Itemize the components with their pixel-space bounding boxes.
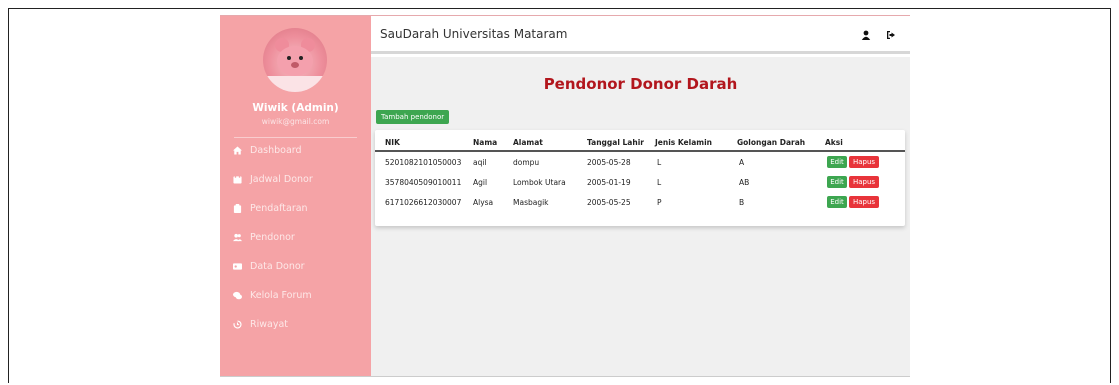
bear-face bbox=[277, 46, 313, 76]
user-icon[interactable] bbox=[860, 29, 872, 41]
user-name: Wiwik (Admin) bbox=[252, 102, 339, 114]
sidebar-item-label: Kelola Forum bbox=[250, 289, 312, 301]
column-header-golongan-darah: Golongan Darah bbox=[737, 138, 806, 147]
top-header: SauDarah Universitas Mataram bbox=[371, 16, 910, 54]
app-container: Wiwik (Admin) wiwik@gmail.com Dashboard … bbox=[220, 16, 910, 376]
sidebar-item-kelola-forum[interactable]: Kelola Forum bbox=[230, 287, 360, 303]
cell-alamat: Lombok Utara bbox=[513, 178, 566, 187]
sidebar-item-pendaftaran[interactable]: Pendaftaran bbox=[230, 200, 360, 216]
sidebar-item-dashboard[interactable]: Dashboard bbox=[230, 142, 360, 158]
cell-jenis-kelamin: L bbox=[657, 158, 662, 167]
sidebar-item-label: Dashboard bbox=[250, 144, 302, 156]
logout-icon[interactable] bbox=[885, 29, 897, 41]
pendonor-table: NIK Nama Alamat Tanggal Lahir Jenis Kela… bbox=[375, 130, 905, 226]
cell-nik: 6171026612030007 bbox=[385, 198, 462, 207]
avatar-base bbox=[263, 76, 327, 92]
cell-nik: 3578040509010011 bbox=[385, 178, 462, 187]
users-icon bbox=[230, 233, 244, 242]
sidebar-item-label: Pendaftaran bbox=[250, 202, 308, 214]
column-header-aksi: Aksi bbox=[825, 138, 843, 147]
sidebar-item-label: Riwayat bbox=[250, 318, 288, 330]
cell-nik: 5201082101050003 bbox=[385, 158, 462, 167]
edit-button[interactable]: Edit bbox=[827, 156, 847, 168]
cell-tanggal-lahir: 2005-05-25 bbox=[587, 198, 631, 207]
history-icon bbox=[230, 319, 244, 329]
page-title: Pendonor Donor Darah bbox=[543, 75, 738, 93]
id-card-icon bbox=[230, 262, 244, 271]
calendar-icon bbox=[230, 174, 244, 184]
cell-nama: aqil bbox=[473, 158, 487, 167]
column-header-nama: Nama bbox=[473, 138, 498, 147]
home-icon bbox=[230, 145, 244, 155]
cell-tanggal-lahir: 2005-05-28 bbox=[587, 158, 631, 167]
table-header-divider bbox=[375, 150, 905, 152]
main-content: Pendonor Donor Darah Tambah pendonor NIK… bbox=[371, 57, 910, 376]
sidebar-item-label: Pendonor bbox=[250, 231, 295, 243]
cell-alamat: Masbagik bbox=[513, 198, 549, 207]
comments-icon bbox=[230, 291, 244, 300]
hapus-button[interactable]: Hapus bbox=[849, 176, 879, 188]
column-header-tanggal-lahir: Tanggal Lahir bbox=[587, 138, 644, 147]
add-pendonor-button[interactable]: Tambah pendonor bbox=[376, 110, 450, 124]
sidebar-item-data-donor[interactable]: Data Donor bbox=[230, 258, 360, 274]
column-header-alamat: Alamat bbox=[513, 138, 543, 147]
sidebar-item-label: Data Donor bbox=[250, 260, 305, 272]
cell-golongan-darah: AB bbox=[739, 178, 750, 187]
cell-jenis-kelamin: L bbox=[657, 178, 662, 187]
cell-nama: Alysa bbox=[473, 198, 494, 207]
cell-golongan-darah: B bbox=[739, 198, 745, 207]
hapus-button[interactable]: Hapus bbox=[849, 196, 879, 208]
sidebar-item-label: Jadwal Donor bbox=[250, 173, 313, 185]
sidebar: Wiwik (Admin) wiwik@gmail.com Dashboard … bbox=[220, 16, 371, 376]
avatar[interactable] bbox=[263, 28, 327, 92]
bottom-line bbox=[220, 376, 910, 377]
sidebar-item-jadwal-donor[interactable]: Jadwal Donor bbox=[230, 171, 360, 187]
edit-button[interactable]: Edit bbox=[827, 196, 847, 208]
sidebar-item-riwayat[interactable]: Riwayat bbox=[230, 316, 360, 332]
user-email: wiwik@gmail.com bbox=[261, 117, 330, 126]
cell-golongan-darah: A bbox=[739, 158, 745, 167]
column-header-nik: NIK bbox=[385, 138, 400, 147]
sidebar-item-pendonor[interactable]: Pendonor bbox=[230, 229, 360, 245]
cell-tanggal-lahir: 2005-01-19 bbox=[587, 178, 631, 187]
cell-jenis-kelamin: P bbox=[657, 198, 662, 207]
sidebar-divider bbox=[234, 137, 357, 138]
bear-eye bbox=[287, 56, 291, 60]
clipboard-icon bbox=[230, 203, 244, 213]
app-brand: SauDarah Universitas Mataram bbox=[380, 27, 568, 41]
bear-eye bbox=[299, 56, 303, 60]
cell-nama: Agil bbox=[473, 178, 488, 187]
edit-button[interactable]: Edit bbox=[827, 176, 847, 188]
hapus-button[interactable]: Hapus bbox=[849, 156, 879, 168]
cell-alamat: dompu bbox=[513, 158, 540, 167]
column-header-jenis-kelamin: Jenis Kelamin bbox=[655, 138, 712, 147]
bear-nose bbox=[291, 62, 299, 68]
